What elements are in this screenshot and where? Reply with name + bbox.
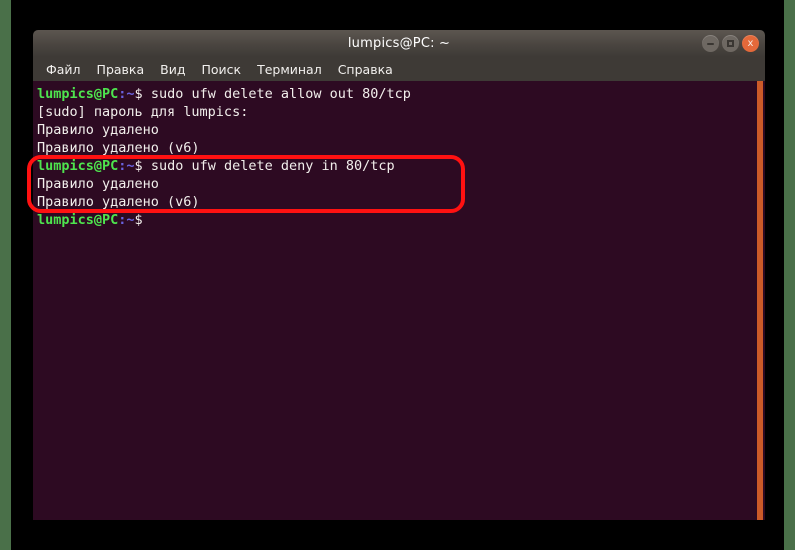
menu-item-terminal[interactable]: Терминал [249, 60, 330, 79]
prompt-user-host: lumpics@PC [37, 212, 119, 228]
prompt-user-host: lumpics@PC [37, 158, 119, 174]
terminal-output-line: Правило удалено (v6) [37, 139, 765, 157]
terminal-output-text: Правило удалено [37, 176, 159, 192]
terminal-window: lumpics@PC: ~ x Файл Правка Вид Поиск Те… [33, 30, 765, 520]
terminal-output-text: Правило удалено (v6) [37, 140, 200, 156]
terminal-output-line: Правило удалено [37, 121, 765, 139]
terminal-prompt-line: lumpics@PC:~$ [37, 211, 765, 229]
maximize-icon [727, 40, 734, 47]
prompt-separator: :~ [118, 158, 135, 174]
prompt-separator: :~ [118, 86, 135, 102]
terminal-output-line: Правило удалено [37, 175, 765, 193]
terminal-output-text: Правило удалено (v6) [37, 194, 200, 210]
menu-item-search[interactable]: Поиск [193, 60, 249, 79]
terminal-scrollbar[interactable] [755, 81, 765, 520]
menu-item-edit[interactable]: Правка [89, 60, 153, 79]
close-button[interactable]: x [742, 35, 759, 52]
terminal-command: sudo ufw delete allow out 80/tcp [142, 86, 411, 102]
terminal-output-line: Правило удалено (v6) [37, 193, 765, 211]
window-controls: x [702, 30, 759, 57]
minimize-icon [707, 42, 714, 45]
page-edge-strip-left [0, 0, 11, 550]
menu-item-help[interactable]: Справка [330, 60, 401, 79]
minimize-button[interactable] [702, 35, 719, 52]
menu-bar: Файл Правка Вид Поиск Терминал Справка [33, 57, 765, 81]
terminal-prompt-line: lumpics@PC:~$ sudo ufw delete allow out … [37, 85, 765, 103]
terminal-body[interactable]: lumpics@PC:~$ sudo ufw delete allow out … [33, 81, 765, 520]
page-edge-strip-right [784, 0, 795, 550]
terminal-output: lumpics@PC:~$ sudo ufw delete allow out … [33, 81, 765, 229]
menu-item-view[interactable]: Вид [152, 60, 193, 79]
prompt-sigil: $ [134, 158, 143, 174]
terminal-output-text: Правило удалено [37, 122, 159, 138]
maximize-button[interactable] [722, 35, 739, 52]
terminal-scrollbar-thumb[interactable] [757, 81, 763, 520]
title-bar[interactable]: lumpics@PC: ~ x [33, 30, 765, 57]
terminal-prompt-line: lumpics@PC:~$ sudo ufw delete deny in 80… [37, 157, 765, 175]
prompt-user-host: lumpics@PC [37, 86, 119, 102]
menu-item-file[interactable]: Файл [38, 60, 89, 79]
close-icon: x [747, 37, 754, 49]
window-title: lumpics@PC: ~ [347, 36, 451, 51]
terminal-output-text: [sudo] пароль для lumpics: [37, 104, 249, 120]
terminal-output-line: [sudo] пароль для lumpics: [37, 103, 765, 121]
prompt-separator: :~ [118, 212, 135, 228]
prompt-sigil: $ [134, 86, 143, 102]
terminal-command: sudo ufw delete deny in 80/tcp [142, 158, 395, 174]
prompt-sigil: $ [134, 212, 143, 228]
